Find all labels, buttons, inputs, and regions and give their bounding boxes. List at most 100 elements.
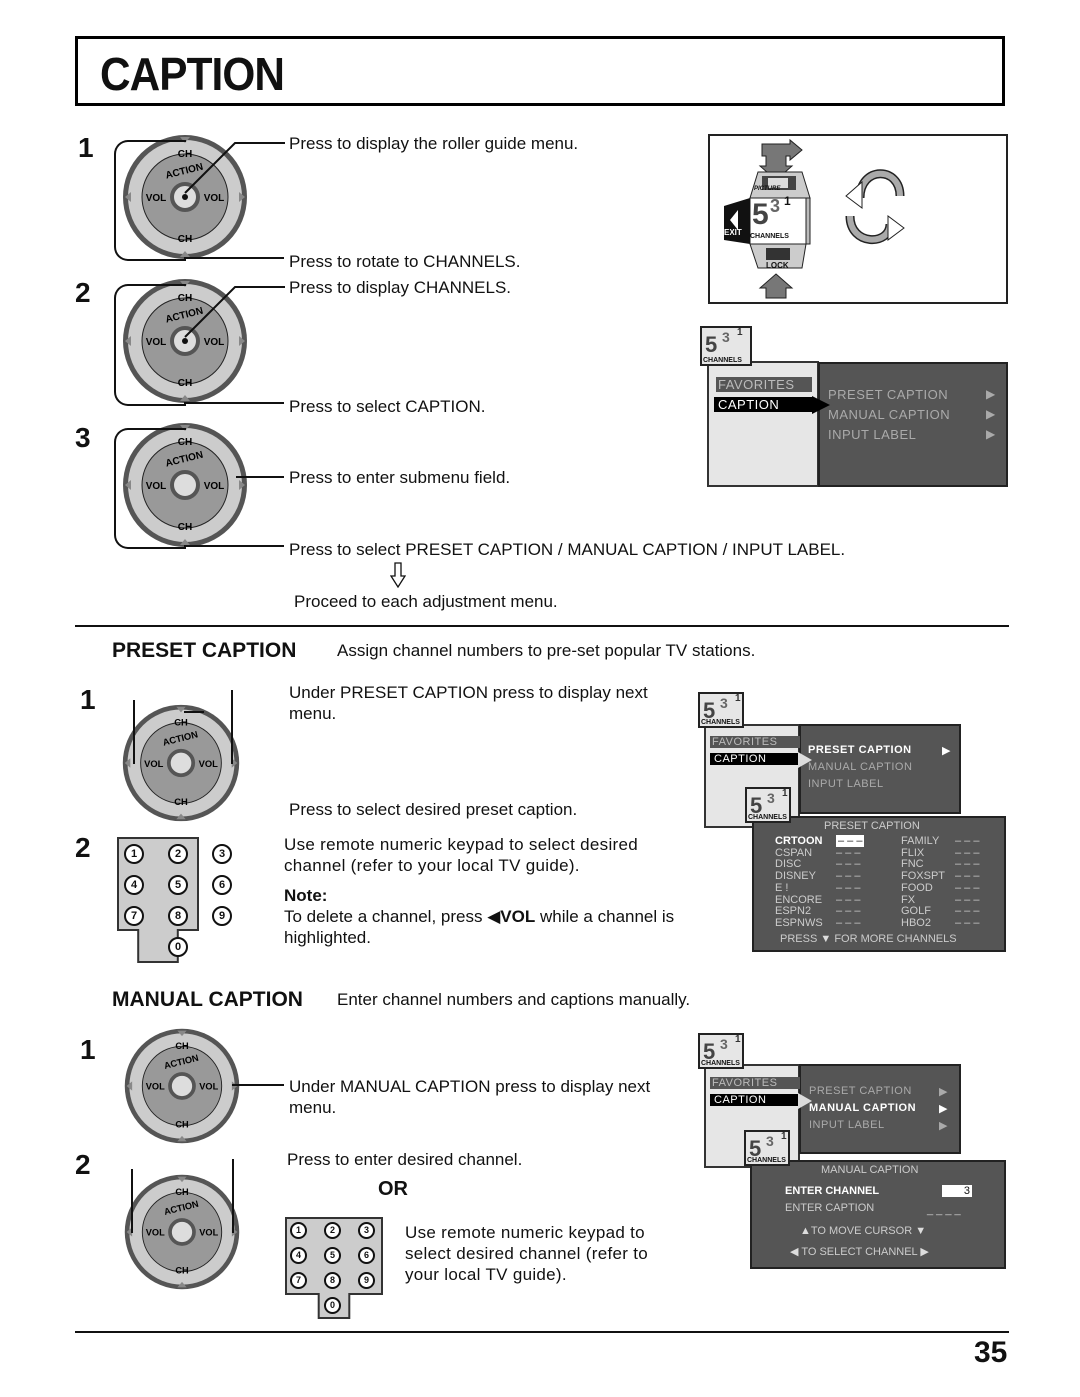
osd-item-favorites[interactable]: FAVORITES xyxy=(710,1077,800,1089)
preset-channel-name[interactable]: CRTOON xyxy=(775,835,822,847)
keypad-key-7[interactable]: 7 xyxy=(290,1272,307,1289)
preset-caption-description: Assign channel numbers to pre-set popula… xyxy=(337,641,756,660)
preset-channel-name[interactable]: DISC xyxy=(775,858,801,870)
hint-select-channel: ◀ TO SELECT CHANNEL ▶ xyxy=(790,1245,929,1258)
preset-channel-value[interactable]: – – – xyxy=(836,870,860,882)
preset-channel-name[interactable]: CSPAN xyxy=(775,847,812,859)
osd-item-preset-caption[interactable]: PRESET CAPTION xyxy=(828,387,948,402)
channels-logo: 531 CHANNELS xyxy=(744,1130,790,1166)
osd-item-favorites[interactable]: FAVORITES xyxy=(716,377,812,392)
preset-channel-name[interactable]: FLIX xyxy=(901,847,924,859)
logo-digit: 1 xyxy=(735,693,741,704)
step-number: 1 xyxy=(80,684,96,715)
preset-channel-value[interactable]: – – – xyxy=(836,858,860,870)
keypad-key-6[interactable]: 6 xyxy=(358,1247,375,1264)
roller-digit: 5 xyxy=(752,198,769,231)
preset-channel-value[interactable]: – – – xyxy=(955,917,979,929)
leader-line xyxy=(184,142,285,194)
preset-channel-value[interactable]: – – – xyxy=(836,882,860,894)
enter-caption-field[interactable]: _ _ _ _ xyxy=(927,1204,961,1216)
enter-caption-label: ENTER CAPTION xyxy=(785,1202,875,1214)
keypad-key-7[interactable]: 7 xyxy=(124,906,144,926)
osd-item-input-label[interactable]: INPUT LABEL xyxy=(809,1119,885,1131)
preset-channel-name[interactable]: DISNEY xyxy=(775,870,816,882)
preset-channel-value[interactable]: – – – xyxy=(955,905,979,917)
preset-channel-name[interactable]: GOLF xyxy=(901,905,931,917)
preset-channel-value[interactable]: – – – xyxy=(836,905,860,917)
keypad-key-2[interactable]: 2 xyxy=(168,844,188,864)
osd-item-caption[interactable]: CAPTION xyxy=(710,753,800,765)
preset-channel-value[interactable]: – – – xyxy=(836,894,860,906)
keypad-key-5[interactable]: 5 xyxy=(324,1247,341,1264)
keypad-key-1[interactable]: 1 xyxy=(124,844,144,864)
enter-channel-field[interactable]: 3 xyxy=(942,1185,972,1197)
submenu-arrow-icon: ▶ xyxy=(939,1103,948,1115)
osd-item-caption[interactable]: CAPTION xyxy=(714,397,814,412)
keypad-key-5[interactable]: 5 xyxy=(168,875,188,895)
step-number: 2 xyxy=(75,1149,91,1180)
submenu-arrow-icon: ▶ xyxy=(939,1086,948,1098)
logo-label: CHANNELS xyxy=(701,719,740,726)
keypad-key-6[interactable]: 6 xyxy=(212,875,232,895)
osd-item-manual-caption[interactable]: MANUAL CAPTION xyxy=(809,1102,916,1114)
preset-channel-value[interactable]: – – – xyxy=(836,847,860,859)
preset-channel-value[interactable]: – – – xyxy=(955,894,979,906)
preset-channel-value[interactable]: – – – xyxy=(955,882,979,894)
preset-channel-name[interactable]: E ! xyxy=(775,882,788,894)
keypad-key-0[interactable]: 0 xyxy=(324,1297,341,1314)
svg-text:CH: CH xyxy=(175,1266,189,1276)
keypad-key-4[interactable]: 4 xyxy=(290,1247,307,1264)
keypad-key-4[interactable]: 4 xyxy=(124,875,144,895)
keypad-key-9[interactable]: 9 xyxy=(212,906,232,926)
note-text: To delete a channel, press ◀VOL while a … xyxy=(284,906,684,948)
leader-line xyxy=(232,1084,284,1086)
preset-channel-name[interactable]: ESPN2 xyxy=(775,905,811,917)
keypad-key-0[interactable]: 0 xyxy=(168,937,188,957)
preset-channel-name[interactable]: FAMILY xyxy=(901,835,939,847)
preset-channel-name[interactable]: HBO2 xyxy=(901,917,931,929)
logo-digit: 1 xyxy=(781,1131,787,1142)
osd-item-caption[interactable]: CAPTION xyxy=(710,1094,800,1106)
preset-channel-name[interactable]: ENCORE xyxy=(775,894,822,906)
keypad-key-3[interactable]: 3 xyxy=(212,844,232,864)
footer-text: PRESS xyxy=(780,933,818,945)
preset-channel-value[interactable]: – – – xyxy=(955,870,979,882)
preset-channel-name[interactable]: FNC xyxy=(901,858,924,870)
preset-channel-value[interactable]: – – – xyxy=(955,847,979,859)
preset-channel-value[interactable]: – – – xyxy=(836,835,865,847)
osd-item-preset-caption[interactable]: PRESET CAPTION xyxy=(809,1085,912,1097)
preset-channel-name[interactable]: FOOD xyxy=(901,882,933,894)
keypad-key-8[interactable]: 8 xyxy=(324,1272,341,1289)
action-dial[interactable]: CH CH VOL VOL ACTION xyxy=(122,1026,242,1146)
preset-channel-name[interactable]: ESPNWS xyxy=(775,917,823,929)
osd-item-input-label[interactable]: INPUT LABEL xyxy=(828,427,916,442)
osd-item-input-label[interactable]: INPUT LABEL xyxy=(808,778,884,790)
step-number: 2 xyxy=(75,277,91,308)
channels-logo: 531 CHANNELS xyxy=(698,692,744,728)
preset-channel-value[interactable]: – – – xyxy=(955,858,979,870)
preset-channel-name[interactable]: FOXSPT xyxy=(901,870,945,882)
keypad-key-9[interactable]: 9 xyxy=(358,1272,375,1289)
svg-text:CH: CH xyxy=(175,1120,189,1130)
osd-item-manual-caption[interactable]: MANUAL CAPTION xyxy=(828,407,950,422)
section-divider xyxy=(75,625,1009,627)
keypad-key-8[interactable]: 8 xyxy=(168,906,188,926)
submenu-arrow-icon: ▶ xyxy=(986,407,996,421)
or-label: OR xyxy=(378,1178,408,1200)
osd-item-manual-caption[interactable]: MANUAL CAPTION xyxy=(808,761,912,773)
down-arrow-icon xyxy=(390,562,406,588)
preset-channel-value[interactable]: – – – xyxy=(955,835,979,847)
preset-channel-value[interactable]: – – – xyxy=(836,917,860,929)
keypad-key-1[interactable]: 1 xyxy=(290,1222,307,1239)
instruction-text: Press to rotate to CHANNELS. xyxy=(289,252,521,271)
preset-channel-name[interactable]: FX xyxy=(901,894,915,906)
leader-line xyxy=(133,690,233,764)
osd-item-favorites[interactable]: FAVORITES xyxy=(710,736,800,748)
leader-line xyxy=(131,1159,234,1233)
svg-text:VOL: VOL xyxy=(199,1082,218,1092)
osd-item-preset-caption[interactable]: PRESET CAPTION xyxy=(808,744,912,756)
keypad-key-3[interactable]: 3 xyxy=(358,1222,375,1239)
page-title: CAPTION xyxy=(100,48,285,100)
leader-line xyxy=(114,284,186,406)
keypad-key-2[interactable]: 2 xyxy=(324,1222,341,1239)
